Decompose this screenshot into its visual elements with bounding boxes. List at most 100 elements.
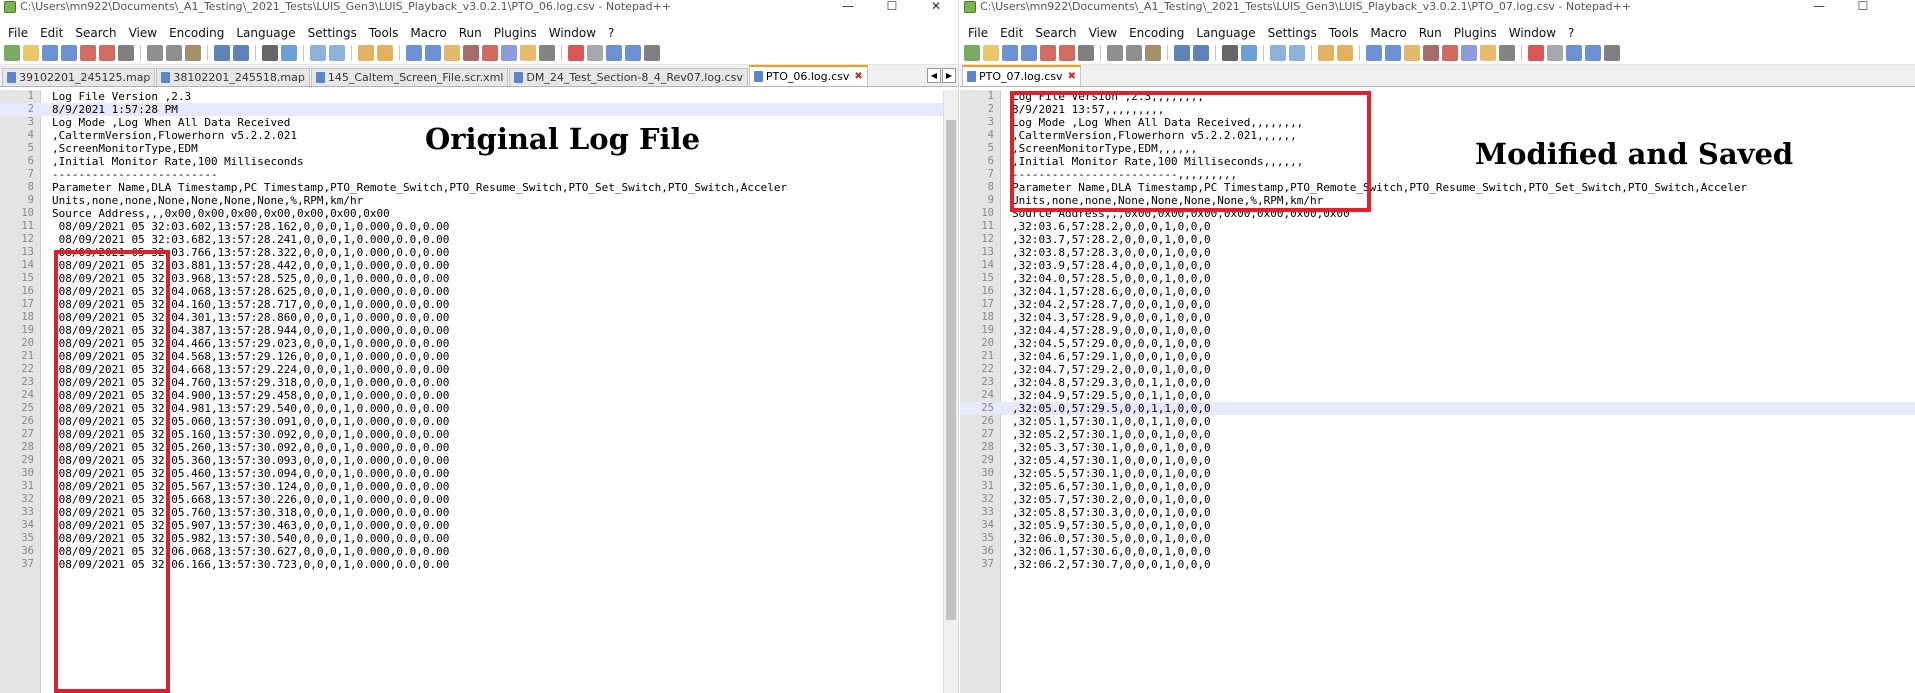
undo-icon[interactable] [1174, 45, 1190, 61]
editor-line[interactable]: 12 ,32:03.7,57:28.2,0,0,0,1,0,0,0 [960, 233, 1915, 246]
menu-plugins[interactable]: Plugins [488, 26, 543, 40]
save-icon[interactable] [42, 45, 58, 61]
close-button[interactable]: ✕ [914, 0, 958, 13]
menu-window[interactable]: Window [1503, 26, 1562, 40]
menu-encoding[interactable]: Encoding [163, 26, 230, 40]
cut-icon[interactable] [1107, 45, 1123, 61]
doc-map-icon[interactable] [1442, 45, 1458, 61]
open-icon[interactable] [23, 45, 39, 61]
minimize-button[interactable]: — [1797, 0, 1841, 13]
editor-line[interactable]: 20 ,32:04.5,57:29.0,0,0,0,1,0,0,0 [960, 337, 1915, 350]
menu-file[interactable]: File [2, 26, 34, 40]
editor-line[interactable]: 30 ,32:05.5,57:30.1,0,0,0,1,0,0,0 [960, 467, 1915, 480]
wrap-icon[interactable] [406, 45, 422, 61]
find-icon[interactable] [1222, 45, 1238, 61]
func-list-icon[interactable] [501, 45, 517, 61]
save-all-icon[interactable] [1021, 45, 1037, 61]
menu-file[interactable]: File [962, 26, 994, 40]
cut-icon[interactable] [147, 45, 163, 61]
close-all-icon[interactable] [99, 45, 115, 61]
menu-macro[interactable]: Macro [404, 26, 452, 40]
editor-line[interactable]: 36 ,32:06.1,57:30.6,0,0,0,1,0,0,0 [960, 545, 1915, 558]
editor-line[interactable]: 1 Log File Version ,2.3 [0, 90, 958, 103]
editor-line[interactable]: 16 ,32:04.1,57:28.6,0,0,0,1,0,0,0 [960, 285, 1915, 298]
close-icon[interactable] [1040, 45, 1056, 61]
menu-tools[interactable]: Tools [1323, 26, 1365, 40]
close-all-icon[interactable] [1059, 45, 1075, 61]
udl-icon[interactable] [463, 45, 479, 61]
menu-search[interactable]: Search [69, 26, 122, 40]
sync-h-icon[interactable] [1337, 45, 1353, 61]
file-tab[interactable]: DM_24_Test_Section-8_4_Rev07.log.csv [509, 68, 748, 86]
doc-map-icon[interactable] [482, 45, 498, 61]
tab-scroll-left-button[interactable]: ◀ [927, 68, 941, 83]
zoom-in-icon[interactable] [1270, 45, 1286, 61]
sync-v-icon[interactable] [358, 45, 374, 61]
func-list-icon[interactable] [1461, 45, 1477, 61]
scrollbar-thumb[interactable] [946, 120, 956, 620]
menu-run[interactable]: Run [453, 26, 488, 40]
editor-line[interactable]: 7 ------------------------- [0, 168, 958, 181]
undo-icon[interactable] [214, 45, 230, 61]
menu-window[interactable]: Window [543, 26, 602, 40]
menu-edit[interactable]: Edit [994, 26, 1029, 40]
editor-line[interactable]: 19 ,32:04.4,57:28.9,0,0,0,1,0,0,0 [960, 324, 1915, 337]
zoom-out-icon[interactable] [329, 45, 345, 61]
menu-language[interactable]: Language [230, 26, 301, 40]
editor-line[interactable]: 12 08/09/2021 05 32:03.682,13:57:28.241,… [0, 233, 958, 246]
editor-line[interactable]: 29 ,32:05.4,57:30.1,0,0,0,1,0,0,0 [960, 454, 1915, 467]
menu-macro[interactable]: Macro [1364, 26, 1412, 40]
stop-icon[interactable] [1547, 45, 1563, 61]
file-tab[interactable]: PTO_06.log.csv ✖ [748, 65, 868, 86]
paste-icon[interactable] [1145, 45, 1161, 61]
maximize-button[interactable]: ☐ [870, 0, 914, 13]
play-icon[interactable] [606, 45, 622, 61]
editor-line[interactable]: 22 ,32:04.7,57:29.2,0,0,0,1,0,0,0 [960, 363, 1915, 376]
minimize-button[interactable]: — [826, 0, 870, 13]
close-tab-icon[interactable]: ✖ [1068, 71, 1076, 82]
save-all-icon[interactable] [61, 45, 77, 61]
editor-line[interactable]: 13 ,32:03.8,57:28.3,0,0,0,1,0,0,0 [960, 246, 1915, 259]
menu-view[interactable]: View [1083, 26, 1123, 40]
find-icon[interactable] [262, 45, 278, 61]
editor-line[interactable]: 25 ,32:05.0,57:29.5,0,0,1,1,0,0,0 [960, 402, 1915, 415]
play-multi-icon[interactable] [625, 45, 641, 61]
menu-settings[interactable]: Settings [1262, 26, 1323, 40]
stop-icon[interactable] [587, 45, 603, 61]
save-macro-icon[interactable] [1604, 45, 1620, 61]
new-icon[interactable] [4, 45, 20, 61]
menu-encoding[interactable]: Encoding [1123, 26, 1190, 40]
menu-language[interactable]: Language [1190, 26, 1261, 40]
copy-icon[interactable] [166, 45, 182, 61]
play-icon[interactable] [1566, 45, 1582, 61]
editor-line[interactable]: 6 ,Initial Monitor Rate,100 Milliseconds [0, 155, 958, 168]
vertical-scrollbar[interactable] [943, 90, 958, 693]
close-tab-icon[interactable]: ✖ [854, 71, 862, 82]
editor-line[interactable]: 21 ,32:04.6,57:29.1,0,0,0,1,0,0,0 [960, 350, 1915, 363]
record-icon[interactable] [568, 45, 584, 61]
paste-icon[interactable] [185, 45, 201, 61]
all-chars-icon[interactable] [1385, 45, 1401, 61]
zoom-in-icon[interactable] [310, 45, 326, 61]
monitor-icon[interactable] [539, 45, 555, 61]
save-icon[interactable] [1002, 45, 1018, 61]
menu-edit[interactable]: Edit [34, 26, 69, 40]
close-icon[interactable] [80, 45, 96, 61]
editor-line[interactable]: 11 ,32:03.6,57:28.2,0,0,0,1,0,0,0 [960, 220, 1915, 233]
file-tab[interactable]: 38102201_245518.map [156, 68, 310, 86]
file-tab[interactable]: 39102201_245125.map [2, 68, 156, 86]
editor-line[interactable]: 17 ,32:04.2,57:28.7,0,0,0,1,0,0,0 [960, 298, 1915, 311]
folder-ws-icon[interactable] [1480, 45, 1496, 61]
editor-line[interactable]: 24 ,32:04.9,57:29.5,0,0,1,1,0,0,0 [960, 389, 1915, 402]
editor-line[interactable]: 35 ,32:06.0,57:30.5,0,0,0,1,0,0,0 [960, 532, 1915, 545]
indent-guide-icon[interactable] [444, 45, 460, 61]
indent-guide-icon[interactable] [1404, 45, 1420, 61]
editor-line[interactable]: 26 ,32:05.1,57:30.1,0,0,1,1,0,0,0 [960, 415, 1915, 428]
menu-help[interactable]: ? [602, 26, 620, 40]
editor-line[interactable]: 33 ,32:05.8,57:30.3,0,0,0,1,0,0,0 [960, 506, 1915, 519]
new-icon[interactable] [964, 45, 980, 61]
file-tab[interactable]: PTO_07.log.csv ✖ [962, 65, 1081, 86]
zoom-out-icon[interactable] [1289, 45, 1305, 61]
play-multi-icon[interactable] [1585, 45, 1601, 61]
replace-icon[interactable] [281, 45, 297, 61]
